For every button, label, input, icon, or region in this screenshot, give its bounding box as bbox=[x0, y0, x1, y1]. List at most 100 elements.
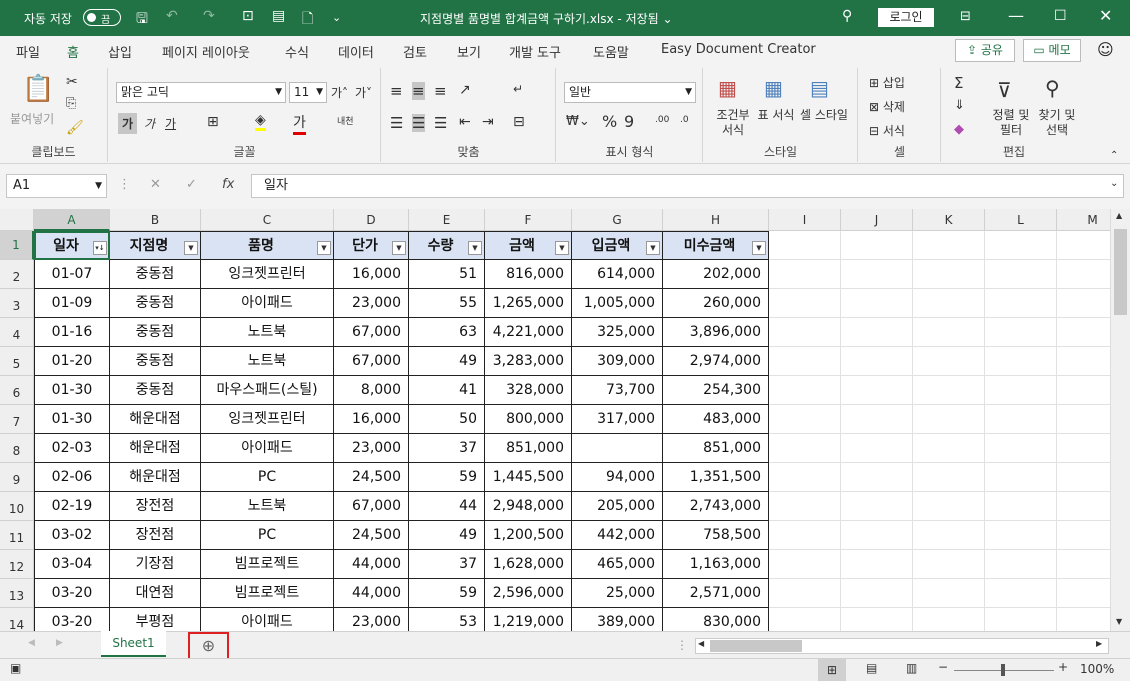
table-cell[interactable]: 44 bbox=[409, 492, 485, 521]
table-cell[interactable]: 44,000 bbox=[334, 550, 409, 579]
tab-view[interactable]: 보기 bbox=[457, 42, 481, 61]
table-cell[interactable]: 328,000 bbox=[485, 376, 572, 405]
cell-style-button[interactable]: 셀 스타일 bbox=[798, 108, 850, 123]
table-cell[interactable]: PC bbox=[201, 521, 334, 550]
format-cells-button[interactable]: ⊟ 서식 bbox=[869, 122, 905, 139]
table-cell[interactable]: 53 bbox=[409, 608, 485, 631]
table-cell[interactable]: 02-03 bbox=[34, 434, 110, 463]
table-cell[interactable]: 기장점 bbox=[110, 550, 201, 579]
table-cell[interactable]: 55 bbox=[409, 289, 485, 318]
table-cell[interactable]: 16,000 bbox=[334, 260, 409, 289]
table-cell[interactable]: 02-19 bbox=[34, 492, 110, 521]
delete-cells-button[interactable]: ⊠ 삭제 bbox=[869, 98, 905, 115]
row-header[interactable]: 1 bbox=[0, 231, 34, 260]
expand-formula-icon[interactable]: ⌄ bbox=[1110, 178, 1118, 189]
column-header-h[interactable]: H bbox=[663, 209, 769, 231]
row-header[interactable]: 8 bbox=[0, 434, 34, 463]
italic-button[interactable]: 가 bbox=[144, 115, 155, 132]
enter-icon[interactable]: ✓ bbox=[186, 177, 197, 192]
new-sheet-button[interactable]: ⊕ bbox=[188, 632, 229, 660]
sort-filter-button[interactable]: 정렬 및 필터 bbox=[990, 108, 1032, 138]
normal-view-icon[interactable]: ⊞ bbox=[818, 659, 846, 681]
table-cell[interactable]: 2,571,000 bbox=[663, 579, 769, 608]
table-cell[interactable]: 03-02 bbox=[34, 521, 110, 550]
filter-dropdown-icon[interactable]: ▼ bbox=[468, 241, 482, 255]
row-header[interactable]: 7 bbox=[0, 405, 34, 434]
table-cell[interactable]: 해운대점 bbox=[110, 405, 201, 434]
worksheet-grid[interactable]: A B C D E F G H I J K L M 1 2 3 4 5 6 7 8 9 10 11 12 13 14 일자 ▾↓ 지점명 ▼… bbox=[0, 209, 1110, 631]
table-cell[interactable]: 3,283,000 bbox=[485, 347, 572, 376]
new-window-icon[interactable]: ⊡ bbox=[242, 8, 254, 24]
table-cell[interactable]: 빔프로젝트 bbox=[201, 579, 334, 608]
table-cell[interactable]: 아이패드 bbox=[201, 608, 334, 631]
table-cell[interactable]: 49 bbox=[409, 347, 485, 376]
decrease-decimal-icon[interactable]: .0 bbox=[680, 115, 689, 125]
table-cell[interactable]: 빔프로젝트 bbox=[201, 550, 334, 579]
table-cell[interactable]: 아이패드 bbox=[201, 434, 334, 463]
paste-icon[interactable]: 📋 bbox=[22, 74, 54, 104]
table-cell[interactable]: 중동점 bbox=[110, 376, 201, 405]
table-cell[interactable]: 2,974,000 bbox=[663, 347, 769, 376]
table-cell[interactable]: 2,743,000 bbox=[663, 492, 769, 521]
column-header-g[interactable]: G bbox=[572, 209, 663, 231]
table-cell[interactable] bbox=[572, 434, 663, 463]
table-cell[interactable]: 1,200,500 bbox=[485, 521, 572, 550]
feedback-smiley-icon[interactable]: ☺ bbox=[1097, 40, 1114, 59]
document-title[interactable]: 지점명별 품명별 합계금액 구하기.xlsx - 저장됨 ⌄ bbox=[420, 10, 673, 27]
align-bottom-icon[interactable]: ≡ bbox=[434, 82, 447, 100]
share-button[interactable]: ⇪ 공유 bbox=[955, 39, 1015, 62]
filter-dropdown-icon[interactable]: ▼ bbox=[317, 241, 331, 255]
table-cell[interactable]: 309,000 bbox=[572, 347, 663, 376]
table-cell[interactable]: 25,000 bbox=[572, 579, 663, 608]
zoom-out-icon[interactable]: − bbox=[938, 660, 948, 674]
table-cell[interactable]: 73,700 bbox=[572, 376, 663, 405]
vertical-scroll-thumb[interactable] bbox=[1114, 229, 1127, 315]
table-format-icon[interactable]: ▦ bbox=[764, 76, 783, 100]
sort-filter-icon[interactable]: ▾↓ bbox=[93, 241, 107, 255]
minimize-icon[interactable]: — bbox=[1008, 6, 1024, 25]
header-cell[interactable]: 미수금액 ▼ bbox=[663, 231, 769, 260]
header-cell[interactable]: 금액 ▼ bbox=[485, 231, 572, 260]
header-cell[interactable]: 입금액 ▼ bbox=[572, 231, 663, 260]
scroll-right-icon[interactable]: ▶ bbox=[1096, 639, 1102, 648]
row-header[interactable]: 2 bbox=[0, 260, 34, 289]
header-cell[interactable]: 지점명 ▼ bbox=[110, 231, 201, 260]
align-center-icon[interactable]: ☰ bbox=[412, 114, 426, 132]
filter-dropdown-icon[interactable]: ▼ bbox=[752, 241, 766, 255]
table-cell[interactable]: 03-20 bbox=[34, 579, 110, 608]
table-cell[interactable]: 260,000 bbox=[663, 289, 769, 318]
table-cell[interactable]: 67,000 bbox=[334, 318, 409, 347]
scroll-up-icon[interactable]: ▲ bbox=[1116, 211, 1122, 220]
undo-icon[interactable]: ↶ bbox=[166, 8, 178, 24]
table-cell[interactable]: 23,000 bbox=[334, 289, 409, 318]
insert-cells-button[interactable]: ⊞ 삽입 bbox=[869, 74, 905, 91]
column-header-f[interactable]: F bbox=[485, 209, 572, 231]
table-cell[interactable]: 장전점 bbox=[110, 521, 201, 550]
new-file-icon[interactable]: 🗋 bbox=[302, 8, 313, 32]
clear-icon[interactable]: ◆ bbox=[954, 122, 964, 137]
redo-icon[interactable]: ↷ bbox=[203, 8, 215, 24]
paste-button[interactable]: 붙여넣기 bbox=[10, 110, 54, 127]
next-sheet-icon[interactable]: ▶ bbox=[56, 638, 63, 648]
filter-dropdown-icon[interactable]: ▼ bbox=[555, 241, 569, 255]
table-cell[interactable]: 16,000 bbox=[334, 405, 409, 434]
table-cell[interactable]: 부평점 bbox=[110, 608, 201, 631]
name-box[interactable]: A1 ▼ bbox=[6, 174, 107, 198]
filter-dropdown-icon[interactable]: ▼ bbox=[646, 241, 660, 255]
table-cell[interactable]: 851,000 bbox=[663, 434, 769, 463]
font-size-select[interactable]: 11 ▼ bbox=[289, 82, 327, 103]
tab-split-icon[interactable]: ⋮ bbox=[676, 638, 688, 652]
header-cell[interactable]: 단가 ▼ bbox=[334, 231, 409, 260]
underline-button[interactable]: 가 bbox=[165, 115, 176, 132]
table-cell[interactable]: 마우스패드(스틸) bbox=[201, 376, 334, 405]
table-cell[interactable]: 254,300 bbox=[663, 376, 769, 405]
table-cell[interactable]: 1,163,000 bbox=[663, 550, 769, 579]
select-all-corner[interactable] bbox=[0, 209, 34, 231]
table-cell[interactable]: 202,000 bbox=[663, 260, 769, 289]
grow-font-icon[interactable]: 가˄ bbox=[331, 84, 348, 101]
table-cell[interactable]: 59 bbox=[409, 579, 485, 608]
table-cell[interactable]: 41 bbox=[409, 376, 485, 405]
increase-decimal-icon[interactable]: .00 bbox=[655, 115, 669, 125]
cut-icon[interactable]: ✂ bbox=[66, 74, 78, 90]
table-cell[interactable]: 465,000 bbox=[572, 550, 663, 579]
